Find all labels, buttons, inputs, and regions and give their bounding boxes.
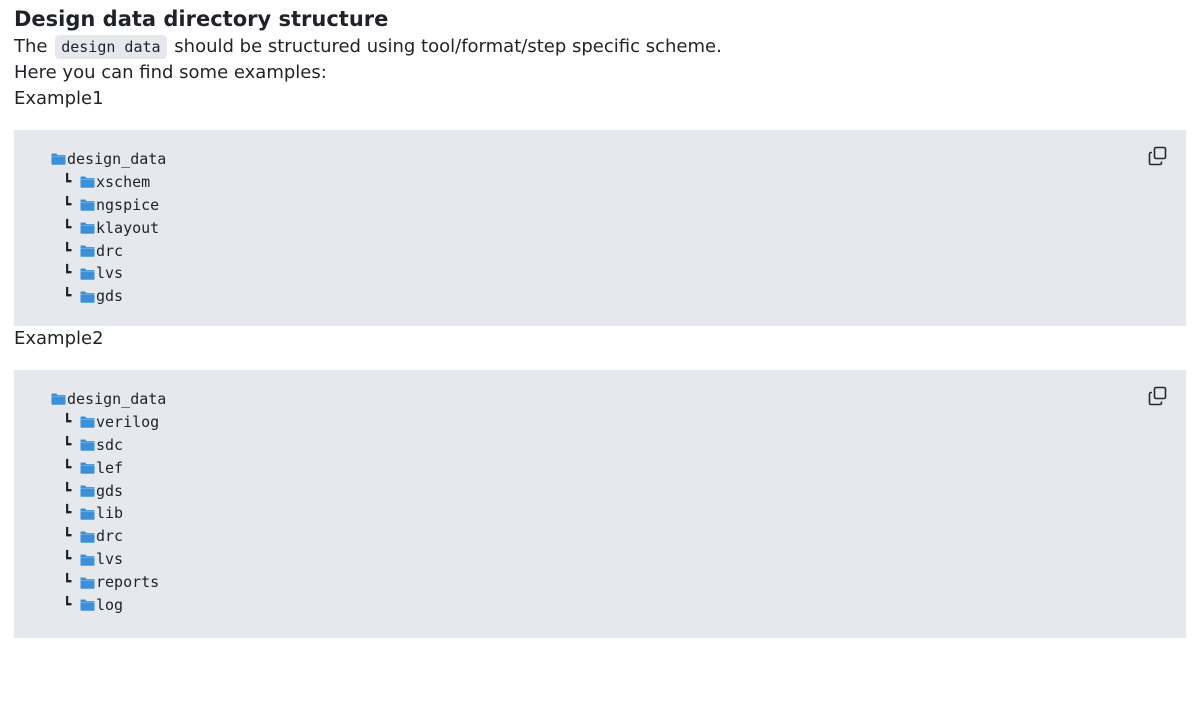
intro-text-after: should be structured using tool/format/s… bbox=[174, 36, 722, 57]
folder-name: drc bbox=[96, 241, 124, 260]
tree-item: ┗ lef bbox=[51, 457, 1186, 480]
directory-tree-1: design_data ┗ xschem ┗ ngspice ┗ klayout ┗ drc ┗ l… bbox=[51, 148, 1186, 308]
tree-item: ┗ sdc bbox=[51, 434, 1186, 457]
examples-intro: Here you can find some examples: bbox=[14, 62, 327, 83]
tree-item: ┗ drc bbox=[51, 525, 1186, 548]
inline-code-design-data: design data bbox=[55, 35, 167, 59]
example-label-1: Example1 bbox=[14, 88, 104, 109]
folder-icon bbox=[80, 439, 95, 451]
folder-icon bbox=[80, 462, 95, 474]
tree-item: ┗ log bbox=[51, 594, 1186, 617]
folder-name: xschem bbox=[96, 172, 151, 191]
code-block-example-2: design_data ┗ verilog ┗ sdc ┗ lef ┗ gds ┗ lib ┗ drc ┗… bbox=[14, 370, 1186, 638]
folder-icon bbox=[51, 393, 66, 406]
tree-branch-glyph: ┗ bbox=[63, 196, 72, 213]
tree-branch-glyph: ┗ bbox=[63, 413, 72, 430]
tree-branch-glyph: ┗ bbox=[63, 574, 72, 591]
folder-name: design_data bbox=[67, 390, 167, 408]
folder-icon bbox=[80, 416, 95, 429]
tree-branch-glyph: ┗ bbox=[63, 597, 72, 614]
intro-paragraph: The design data should be structured usi… bbox=[14, 34, 1186, 60]
tree-item: ┗ verilog bbox=[51, 411, 1186, 434]
folder-name: design_data bbox=[67, 150, 167, 168]
tree-item: ┗ lib bbox=[51, 502, 1186, 525]
tree-branch-glyph: ┗ bbox=[63, 436, 72, 453]
folder-icon bbox=[80, 599, 95, 612]
tree-root: design_data bbox=[51, 148, 1186, 171]
folder-name: lef bbox=[96, 458, 124, 477]
tree-item: ┗ drc bbox=[51, 240, 1186, 263]
folder-name: sdc bbox=[96, 435, 124, 454]
copy-icon[interactable] bbox=[1148, 386, 1168, 406]
tree-item: ┗ gds bbox=[51, 480, 1186, 503]
folder-name: lvs bbox=[96, 550, 124, 569]
tree-branch-glyph: ┗ bbox=[63, 505, 72, 522]
tree-branch-glyph: ┗ bbox=[63, 459, 72, 476]
tree-branch-glyph: ┗ bbox=[63, 173, 72, 190]
folder-name: drc bbox=[96, 527, 124, 546]
intro-text-before: The bbox=[14, 36, 48, 57]
folder-icon bbox=[80, 268, 95, 280]
folder-name: gds bbox=[96, 481, 124, 500]
code-block-example-1: design_data ┗ xschem ┗ ngspice ┗ klayout ┗ drc ┗ l… bbox=[14, 130, 1186, 326]
folder-icon bbox=[80, 554, 95, 566]
folder-icon bbox=[51, 153, 66, 166]
tree-branch-glyph: ┗ bbox=[63, 219, 72, 236]
directory-tree-2: design_data ┗ verilog ┗ sdc ┗ lef ┗ gds ┗ lib ┗ drc ┗… bbox=[51, 388, 1186, 617]
tree-root: design_data bbox=[51, 388, 1186, 411]
folder-name: gds bbox=[96, 287, 124, 306]
page: Design data directory structure The desi… bbox=[0, 0, 1200, 722]
copy-icon[interactable] bbox=[1148, 146, 1168, 166]
tree-branch-glyph: ┗ bbox=[63, 242, 72, 259]
tree-item: ┗ lvs bbox=[51, 548, 1186, 571]
tree-branch-glyph: ┗ bbox=[63, 288, 72, 305]
tree-item: ┗ xschem bbox=[51, 171, 1186, 194]
folder-name: verilog bbox=[96, 412, 160, 431]
folder-icon bbox=[80, 222, 95, 234]
folder-name: lib bbox=[96, 504, 124, 523]
tree-item: ┗ gds bbox=[51, 285, 1186, 308]
folder-icon bbox=[80, 176, 95, 189]
tree-item: ┗ ngspice bbox=[51, 194, 1186, 217]
example-label-2: Example2 bbox=[14, 328, 104, 349]
tree-branch-glyph: ┗ bbox=[63, 551, 72, 568]
folder-icon bbox=[80, 577, 95, 589]
folder-icon bbox=[80, 508, 95, 520]
folder-icon bbox=[80, 199, 95, 211]
folder-name: klayout bbox=[96, 218, 160, 237]
folder-icon bbox=[80, 485, 95, 497]
tree-item: ┗ lvs bbox=[51, 262, 1186, 285]
tree-branch-glyph: ┗ bbox=[63, 265, 72, 282]
tree-branch-glyph: ┗ bbox=[63, 528, 72, 545]
section-title: Design data directory structure bbox=[14, 7, 389, 31]
folder-icon bbox=[80, 531, 95, 543]
tree-item: ┗ klayout bbox=[51, 217, 1186, 240]
tree-item: ┗ reports bbox=[51, 571, 1186, 594]
folder-name: ngspice bbox=[96, 195, 160, 214]
folder-name: reports bbox=[96, 573, 160, 592]
folder-name: lvs bbox=[96, 264, 124, 283]
folder-icon bbox=[80, 291, 95, 303]
folder-icon bbox=[80, 245, 95, 257]
folder-name: log bbox=[96, 596, 124, 615]
tree-branch-glyph: ┗ bbox=[63, 482, 72, 499]
